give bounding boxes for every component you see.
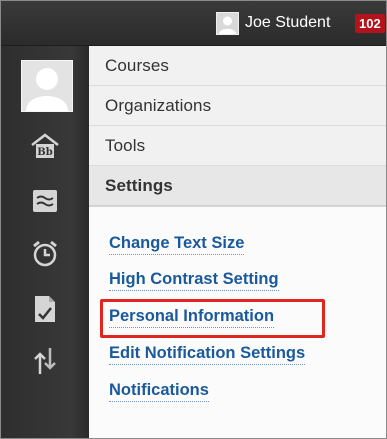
icon-rail: Bb [1, 46, 89, 438]
stream-icon[interactable] [27, 186, 63, 216]
change-text-size-link[interactable]: Change Text Size [109, 233, 245, 255]
user-avatar-icon[interactable] [216, 12, 239, 35]
app-frame: Joe Student 102 Bb Courses Organizations… [0, 0, 387, 439]
svg-text:Bb: Bb [37, 147, 52, 158]
settings-submenu: Change Text Size High Contrast Setting P… [89, 206, 386, 438]
profile-avatar-icon[interactable] [21, 60, 73, 112]
top-bar: Joe Student 102 [1, 1, 386, 46]
menu-item-label: Courses [105, 56, 170, 75]
bb-home-icon[interactable]: Bb [27, 131, 63, 161]
sort-arrows-icon[interactable] [27, 346, 63, 376]
main-menu: Courses Organizations Tools Settings Cha… [89, 46, 386, 438]
alarm-clock-icon[interactable] [27, 239, 63, 269]
high-contrast-setting-link[interactable]: High Contrast Setting [109, 269, 279, 291]
menu-item-label: Organizations [105, 96, 212, 115]
user-name[interactable]: Joe Student [245, 13, 330, 33]
edit-notification-settings-link[interactable]: Edit Notification Settings [109, 343, 306, 365]
menu-item-label: Settings [105, 176, 173, 195]
menu-item-organizations[interactable]: Organizations [89, 86, 386, 126]
notification-badge[interactable]: 102 [355, 14, 385, 33]
grades-icon[interactable] [27, 294, 63, 324]
personal-information-link[interactable]: Personal Information [109, 306, 275, 328]
menu-item-label: Tools [105, 136, 146, 155]
menu-item-courses[interactable]: Courses [89, 46, 386, 86]
menu-item-tools[interactable]: Tools [89, 126, 386, 166]
notifications-link[interactable]: Notifications [109, 380, 209, 402]
menu-item-settings[interactable]: Settings [89, 166, 386, 206]
